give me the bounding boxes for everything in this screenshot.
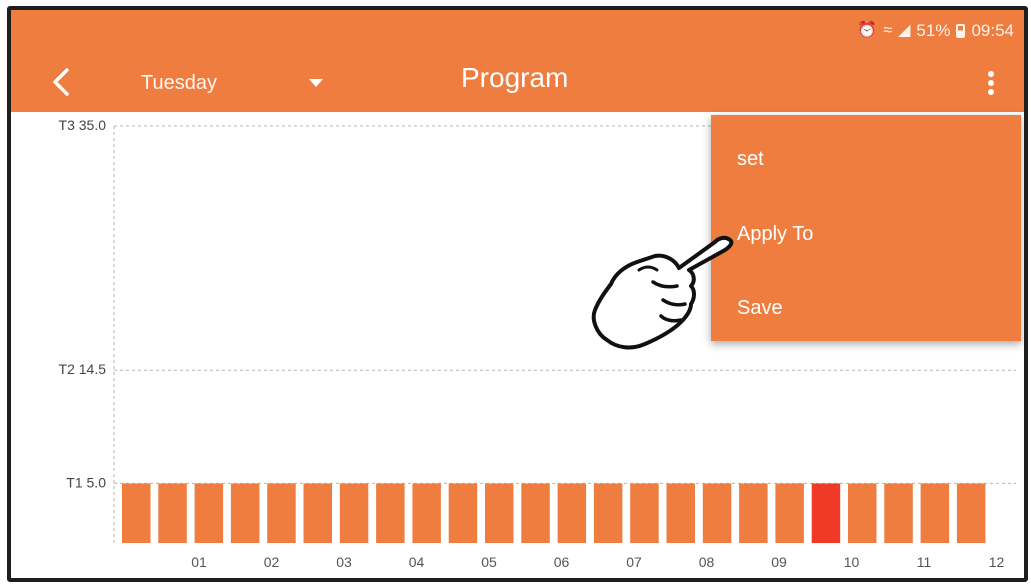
hour-label-01: 01 — [191, 554, 207, 570]
hour-label-07: 07 — [626, 554, 642, 570]
hour-label-10: 10 — [844, 554, 860, 570]
time-slot-bar-18 — [739, 483, 768, 543]
battery-icon — [956, 24, 966, 38]
time-slot-bar-11 — [485, 483, 514, 543]
day-label: Tuesday — [141, 71, 217, 94]
time-slot-bar-24 — [956, 483, 986, 543]
time-slot-bar-8 — [376, 483, 405, 543]
time-slot-bar-3 — [194, 483, 224, 543]
time-slot-bar-20 — [811, 483, 841, 543]
time-slot-bar-2 — [158, 483, 187, 543]
time-slot-bar-16 — [666, 483, 695, 543]
time-slot-bar-17 — [702, 483, 732, 543]
chevron-left-icon[interactable] — [43, 62, 83, 102]
time-slot-bar-23 — [920, 483, 950, 543]
hour-label-05: 05 — [481, 554, 497, 570]
hour-label-06: 06 — [554, 554, 570, 570]
time-slot-bar-5 — [267, 483, 296, 543]
pointing-hand-icon — [591, 235, 734, 350]
level-label-3: T1 5.0 — [66, 474, 106, 490]
dropdown-arrow-icon — [309, 79, 323, 87]
wifi-icon: ≈ — [883, 22, 893, 39]
time-slot-bar-4 — [230, 483, 260, 543]
status-bar: ⏰ ≈ ◢ 51% 09:54 — [857, 20, 1014, 42]
hour-label-12: 12 — [989, 554, 1005, 570]
time-slot-bar-22 — [884, 483, 913, 543]
battery-percent: 51% — [916, 21, 951, 40]
hour-label-11: 11 — [917, 554, 932, 570]
level-label-1: T3 35.0 — [59, 117, 107, 133]
app-frame: ⏰ ≈ ◢ 51% 09:54 Tuesday Program T3 35.0 T… — [7, 6, 1028, 582]
hour-label-04: 04 — [409, 554, 425, 570]
time-slot-bar-13 — [557, 483, 587, 543]
time-slot-bar-21 — [848, 483, 877, 543]
level-label-2: T2 14.5 — [59, 361, 107, 377]
overflow-menu: set Apply To Save — [711, 115, 1021, 341]
more-vertical-icon[interactable] — [979, 65, 1003, 101]
menu-item-set[interactable]: set — [737, 148, 764, 171]
time-slot-bar-9 — [412, 483, 441, 543]
time-slot-bar-6 — [303, 483, 332, 543]
app-bar: ⏰ ≈ ◢ 51% 09:54 Tuesday Program — [11, 10, 1024, 112]
page-title: Program — [461, 62, 569, 93]
day-dropdown[interactable]: Tuesday — [141, 65, 331, 101]
time-slot-bar-14 — [593, 483, 623, 543]
time-slot-bar-1 — [122, 483, 151, 543]
time-slot-bar-19 — [775, 483, 804, 543]
time-slot-bar-7 — [339, 483, 369, 543]
hour-label-02: 02 — [264, 554, 280, 570]
signal-icon: ◢ — [898, 22, 911, 39]
menu-item-apply-to[interactable]: Apply To — [737, 223, 813, 246]
hour-label-08: 08 — [699, 554, 715, 570]
alarm-icon: ⏰ — [857, 22, 878, 39]
time-slot-bar-10 — [448, 483, 478, 543]
time-slot-bar-15 — [630, 483, 659, 543]
time-slot-bar-12 — [521, 483, 550, 543]
status-time: 09:54 — [971, 21, 1014, 40]
hour-label-09: 09 — [771, 554, 787, 570]
hour-label-03: 03 — [336, 554, 352, 570]
